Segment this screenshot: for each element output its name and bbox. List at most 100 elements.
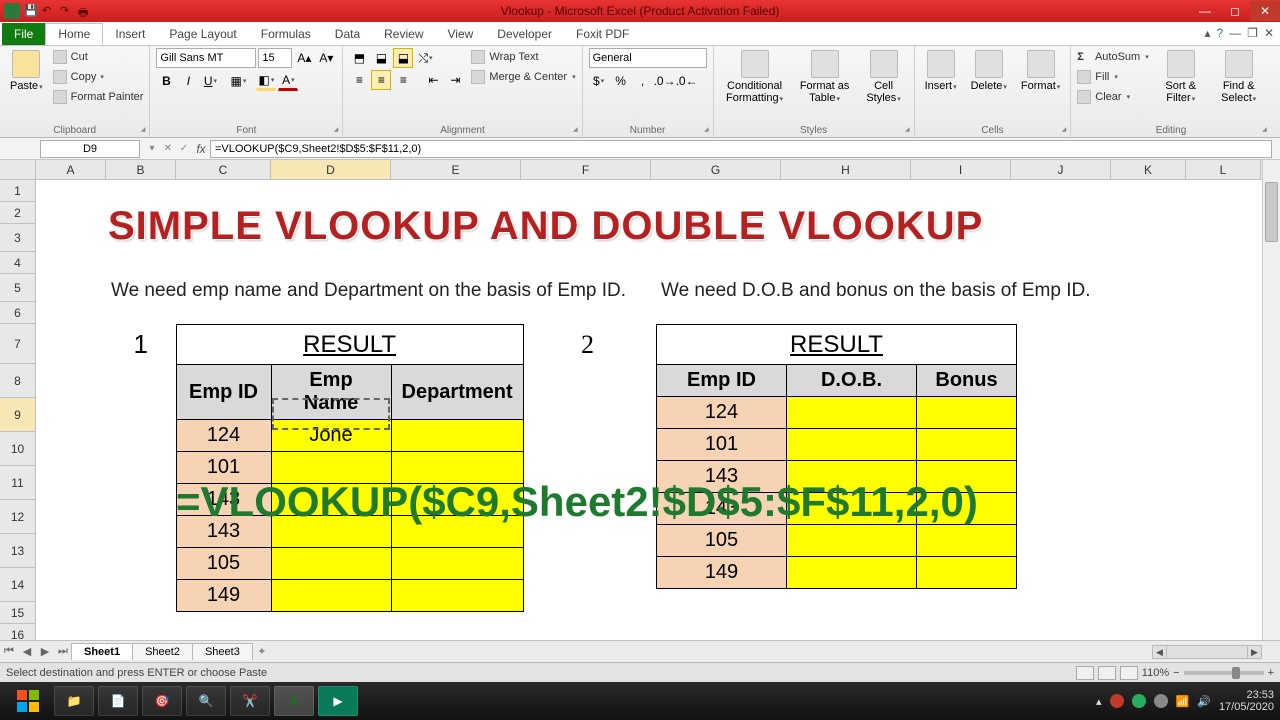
col-header-G[interactable]: G (651, 160, 781, 179)
zoom-level[interactable]: 110% (1142, 667, 1169, 679)
task-magnifier-icon[interactable]: 🔍 (186, 686, 226, 716)
col-header-C[interactable]: C (176, 160, 271, 179)
cell-styles-button[interactable]: Cell Styles (860, 48, 908, 106)
vertical-scroll-thumb[interactable] (1265, 182, 1278, 242)
accounting-format-icon[interactable]: $ (589, 71, 609, 91)
tab-developer[interactable]: Developer (485, 23, 564, 45)
normal-view-icon[interactable] (1076, 666, 1094, 680)
column-headers[interactable]: ABCDEFGHIJKL (36, 160, 1262, 180)
tab-formulas[interactable]: Formulas (249, 23, 323, 45)
maximize-button[interactable]: ◻ (1220, 1, 1250, 21)
help-icon[interactable]: ? (1216, 26, 1223, 40)
autosum-button[interactable]: Σ AutoSum (1077, 48, 1148, 66)
increase-decimal-icon[interactable]: .0→ (655, 71, 675, 91)
row-header-11[interactable]: 11 (0, 466, 35, 500)
sheet-nav-first-icon[interactable]: ⏮ (0, 645, 18, 658)
task-app-icon[interactable]: 📄 (98, 686, 138, 716)
tab-review[interactable]: Review (372, 23, 435, 45)
row-header-3[interactable]: 3 (0, 224, 35, 252)
close-button[interactable]: ✕ (1250, 1, 1280, 21)
hscroll-right-icon[interactable]: ▶ (1247, 646, 1261, 658)
accept-formula-icon[interactable]: ✓ (176, 143, 192, 154)
find-select-button[interactable]: Find & Select (1213, 48, 1265, 106)
col-header-A[interactable]: A (36, 160, 106, 179)
clear-button[interactable]: Clear (1077, 88, 1148, 106)
vertical-scrollbar[interactable] (1262, 160, 1280, 640)
namebox-dropdown-icon[interactable]: ▾ (144, 143, 160, 154)
task-excel-icon[interactable]: X (274, 686, 314, 716)
row-header-10[interactable]: 10 (0, 432, 35, 466)
tab-insert[interactable]: Insert (103, 23, 157, 45)
row-header-13[interactable]: 13 (0, 534, 35, 568)
number-format-select[interactable] (589, 48, 707, 68)
row-header-7[interactable]: 7 (0, 324, 35, 364)
tray-green-icon[interactable] (1132, 694, 1146, 708)
sheet-tab-sheet3[interactable]: Sheet3 (192, 643, 253, 660)
increase-indent-icon[interactable]: ⇥ (445, 70, 465, 90)
percent-format-icon[interactable]: % (611, 71, 631, 91)
page-break-view-icon[interactable] (1120, 666, 1138, 680)
cancel-formula-icon[interactable]: ✕ (160, 143, 176, 154)
zoom-out-icon[interactable]: − (1173, 667, 1179, 679)
wrap-text-button[interactable]: Wrap Text (471, 48, 575, 66)
col-header-E[interactable]: E (391, 160, 521, 179)
task-clip-icon[interactable]: ✂️ (230, 686, 270, 716)
copy-button[interactable]: Copy ▾ (53, 68, 144, 86)
align-top-icon[interactable]: ⬒ (349, 48, 369, 68)
zoom-slider[interactable] (1184, 671, 1264, 675)
decrease-indent-icon[interactable]: ⇤ (423, 70, 443, 90)
table-row[interactable]: 105 (657, 525, 1017, 557)
border-button[interactable]: ▦ (228, 71, 248, 91)
fill-color-button[interactable]: ◧ (256, 71, 276, 91)
font-size-select[interactable] (258, 48, 292, 68)
row-header-12[interactable]: 12 (0, 500, 35, 534)
table-row[interactable]: 149 (106, 580, 523, 612)
row-headers[interactable]: 12345678910111213141516 (0, 180, 36, 646)
minimize-button[interactable]: — (1190, 1, 1220, 21)
ribbon-restore-icon[interactable]: ❐ (1247, 26, 1258, 40)
col-header-F[interactable]: F (521, 160, 651, 179)
zoom-in-icon[interactable]: + (1268, 667, 1274, 679)
cells-area[interactable]: SIMPLE VLOOKUP AND DOUBLE VLOOKUP We nee… (36, 180, 1262, 640)
row-header-14[interactable]: 14 (0, 568, 35, 602)
align-left-icon[interactable]: ≡ (349, 70, 369, 90)
tab-data[interactable]: Data (323, 23, 372, 45)
increase-font-icon[interactable]: A▴ (294, 48, 314, 68)
format-cells-button[interactable]: Format (1017, 48, 1064, 94)
sheet-tab-sheet1[interactable]: Sheet1 (71, 643, 133, 660)
row-header-4[interactable]: 4 (0, 252, 35, 274)
row-header-15[interactable]: 15 (0, 602, 35, 624)
formula-input[interactable] (210, 140, 1272, 158)
col-header-B[interactable]: B (106, 160, 176, 179)
table-row[interactable]: 105 (106, 548, 523, 580)
task-colorpicker-icon[interactable]: 🎯 (142, 686, 182, 716)
delete-cells-button[interactable]: Delete (967, 48, 1011, 94)
col-header-D[interactable]: D (271, 160, 391, 179)
ribbon-min-icon[interactable]: — (1229, 26, 1241, 40)
task-filmora-icon[interactable]: ▶ (318, 686, 358, 716)
table-row[interactable]: 124 Jone (106, 420, 523, 452)
worksheet-grid[interactable]: ABCDEFGHIJKL 12345678910111213141516 SIM… (0, 160, 1280, 640)
italic-button[interactable]: I (178, 71, 198, 91)
tab-home[interactable]: Home (45, 23, 103, 45)
col-header-L[interactable]: L (1186, 160, 1261, 179)
align-bottom-icon[interactable]: ⬓ (393, 48, 413, 68)
ribbon-close-icon[interactable]: ✕ (1264, 26, 1274, 40)
fill-button[interactable]: Fill (1077, 68, 1148, 86)
table-row[interactable]: 101 (657, 429, 1017, 461)
format-as-table-button[interactable]: Format as Table (796, 48, 854, 106)
col-header-K[interactable]: K (1111, 160, 1186, 179)
format-painter-button[interactable]: Format Painter (53, 88, 144, 106)
tray-clock[interactable]: 23:53 17/05/2020 (1219, 689, 1274, 713)
sort-filter-button[interactable]: Sort & Filter (1155, 48, 1207, 106)
cut-button[interactable]: Cut (53, 48, 144, 66)
underline-button[interactable]: U (200, 71, 220, 91)
row-header-6[interactable]: 6 (0, 302, 35, 324)
orientation-icon[interactable]: ⤭ (415, 48, 435, 68)
row-header-8[interactable]: 8 (0, 364, 35, 398)
col-header-I[interactable]: I (911, 160, 1011, 179)
sheet-tab-sheet2[interactable]: Sheet2 (132, 643, 193, 660)
col-header-H[interactable]: H (781, 160, 911, 179)
minimize-ribbon-icon[interactable]: ▴ (1204, 26, 1210, 40)
col-header-J[interactable]: J (1011, 160, 1111, 179)
